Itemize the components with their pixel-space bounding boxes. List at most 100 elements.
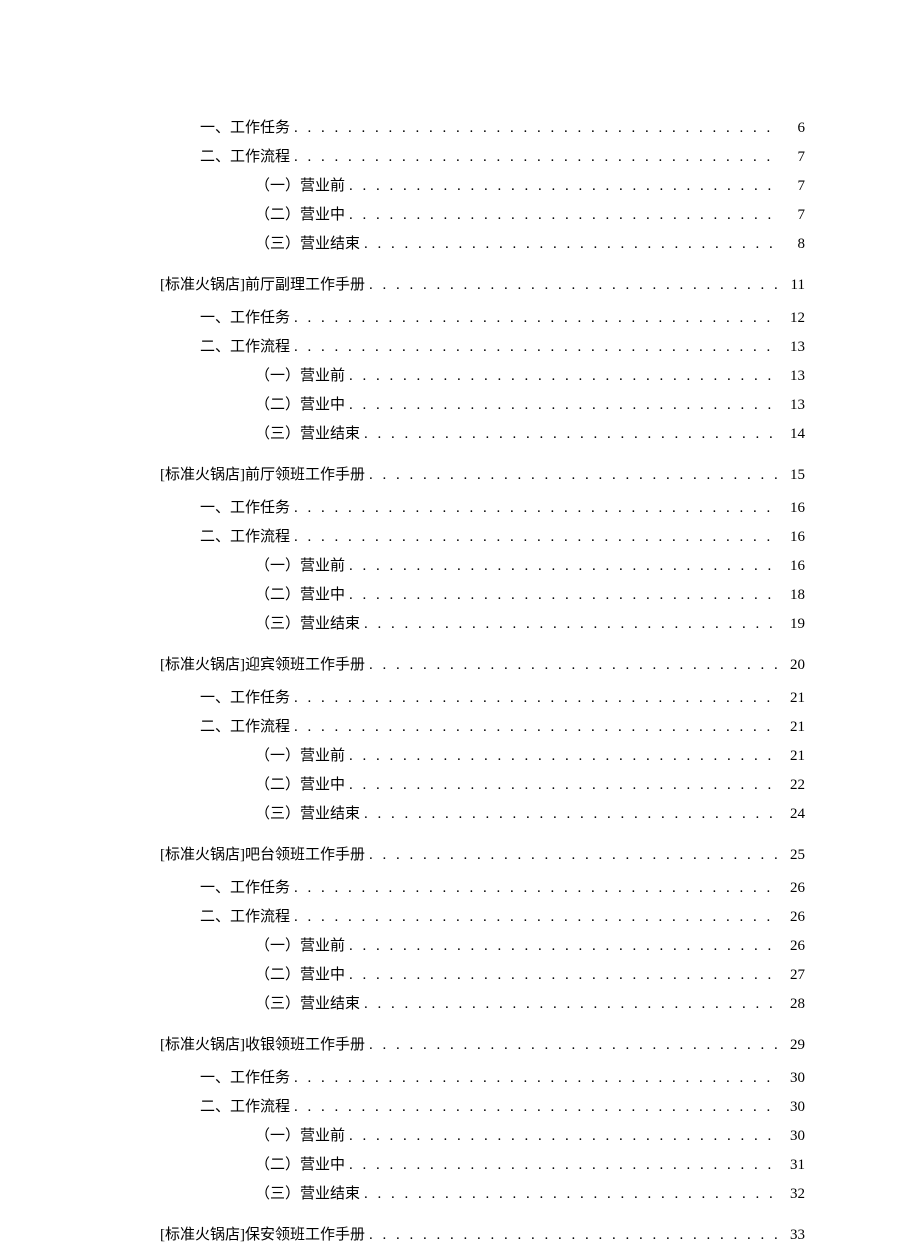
toc-entry-label: 二、工作流程 (200, 334, 290, 361)
toc-leader-dots (294, 1094, 781, 1121)
toc-leader-dots (369, 272, 781, 299)
toc-entry-page: 16 (785, 524, 805, 551)
toc-entry: （一）营业前 7 (115, 173, 805, 200)
toc-entry-label: 二、工作流程 (200, 524, 290, 551)
toc-entry-page: 26 (785, 933, 805, 960)
toc-entry-page: 25 (785, 842, 805, 869)
toc-entry-label: （一）营业前 (255, 743, 345, 770)
toc-entry-page: 29 (785, 1032, 805, 1059)
toc-entry-page: 13 (785, 334, 805, 361)
toc-entry: （一）营业前16 (115, 553, 805, 580)
toc-leader-dots (294, 875, 781, 902)
document-page: 一、工作任务6二、工作流程7（一）营业前7（二）营业中7（三）营业结束8[标准火… (0, 0, 920, 1191)
toc-entry-label: 二、工作流程 (200, 714, 290, 741)
toc-leader-dots (364, 1181, 781, 1208)
toc-entry-page: 13 (785, 363, 805, 390)
toc-entry-label: 二、工作流程 (200, 1094, 290, 1121)
toc-leader-dots (349, 743, 781, 770)
toc-entry-label: （一）营业前 (255, 933, 345, 960)
toc-entry-page: 7 (785, 202, 805, 229)
toc-leader-dots (294, 685, 781, 712)
toc-entry-label: （一）营业前 (255, 363, 345, 390)
toc-leader-dots (349, 363, 781, 390)
toc-entry: （二）营业中 27 (115, 962, 805, 989)
toc-entry: （三）营业结束32 (115, 1181, 805, 1208)
toc-entry-label: （一）营业前 (255, 173, 345, 200)
toc-leader-dots (294, 115, 781, 142)
toc-entry-page: 26 (785, 904, 805, 931)
toc-entry-label: 一、工作任务 (200, 1065, 290, 1092)
toc-entry: [标准火锅店]迎宾领班工作手册 20 (115, 652, 805, 679)
toc-entry-page: 20 (785, 652, 805, 679)
toc-entry-page: 13 (785, 392, 805, 419)
toc-entry-page: 30 (785, 1123, 805, 1150)
toc-leader-dots (364, 421, 781, 448)
toc-leader-dots (349, 553, 781, 580)
toc-leader-dots (349, 582, 781, 609)
toc-leader-dots (349, 1152, 781, 1179)
toc-entry: [标准火锅店]前厅领班工作手册15 (115, 462, 805, 489)
toc-entry: [标准火锅店]吧台领班工作手册 25 (115, 842, 805, 869)
toc-entry: 一、工作任务26 (115, 875, 805, 902)
toc-entry: [标准火锅店]保安领班工作手册33 (115, 1222, 805, 1249)
toc-entry-label: （二）营业中 (255, 392, 345, 419)
toc-leader-dots (369, 652, 781, 679)
toc-entry: （一）营业前 13 (115, 363, 805, 390)
toc-entry: [标准火锅店]前厅副理工作手册11 (115, 272, 805, 299)
toc-entry-page: 30 (785, 1094, 805, 1121)
toc-entry-label: （三）营业结束 (255, 801, 360, 828)
toc-leader-dots (294, 714, 781, 741)
toc-leader-dots (294, 305, 781, 332)
toc-entry-label: （三）营业结束 (255, 611, 360, 638)
toc-leader-dots (294, 144, 781, 171)
toc-entry: 二、工作流程 21 (115, 714, 805, 741)
toc-entry-label: [标准火锅店]迎宾领班工作手册 (160, 652, 365, 679)
toc-leader-dots (364, 611, 781, 638)
toc-entry: 一、工作任务 6 (115, 115, 805, 142)
toc-entry-page: 30 (785, 1065, 805, 1092)
toc-leader-dots (369, 842, 781, 869)
toc-entry-page: 21 (785, 714, 805, 741)
toc-leader-dots (349, 772, 781, 799)
toc-entry: （三）营业结束28 (115, 991, 805, 1018)
toc-leader-dots (364, 991, 781, 1018)
toc-entry-page: 22 (785, 772, 805, 799)
toc-entry-page: 19 (785, 611, 805, 638)
toc-leader-dots (294, 495, 781, 522)
toc-entry-label: （二）营业中 (255, 962, 345, 989)
toc-entry: （一）营业前21 (115, 743, 805, 770)
toc-leader-dots (369, 1032, 781, 1059)
toc-entry-label: 一、工作任务 (200, 305, 290, 332)
toc-leader-dots (349, 392, 781, 419)
toc-entry-page: 11 (785, 272, 805, 299)
toc-entry-page: 27 (785, 962, 805, 989)
toc-entry-label: （三）营业结束 (255, 991, 360, 1018)
toc-entry-label: [标准火锅店]前厅领班工作手册 (160, 462, 365, 489)
toc-entry-label: 二、工作流程 (200, 904, 290, 931)
toc-entry: 一、工作任务16 (115, 495, 805, 522)
toc-entry: （三）营业结束8 (115, 231, 805, 258)
toc-leader-dots (294, 1065, 781, 1092)
toc-entry: （一）营业前 26 (115, 933, 805, 960)
toc-entry-label: （一）营业前 (255, 553, 345, 580)
toc-entry: （三）营业结束24 (115, 801, 805, 828)
toc-entry: （三）营业结束 19 (115, 611, 805, 638)
toc-entry-page: 6 (785, 115, 805, 142)
toc-leader-dots (294, 524, 781, 551)
toc-entry-page: 7 (785, 173, 805, 200)
table-of-contents: 一、工作任务6二、工作流程7（一）营业前7（二）营业中7（三）营业结束8[标准火… (115, 115, 805, 1249)
toc-entry-page: 7 (785, 144, 805, 171)
toc-entry: 一、工作任务21 (115, 685, 805, 712)
toc-leader-dots (369, 462, 781, 489)
toc-entry: 二、工作流程 30 (115, 1094, 805, 1121)
toc-entry: （三）营业结束14 (115, 421, 805, 448)
toc-entry-label: （二）营业中 (255, 1152, 345, 1179)
toc-leader-dots (349, 933, 781, 960)
toc-entry-label: （二）营业中 (255, 772, 345, 799)
toc-entry: （二）营业中18 (115, 582, 805, 609)
toc-leader-dots (294, 904, 781, 931)
toc-entry-page: 33 (785, 1222, 805, 1249)
toc-entry-label: [标准火锅店]吧台领班工作手册 (160, 842, 365, 869)
toc-entry-label: 一、工作任务 (200, 115, 290, 142)
toc-entry-label: 一、工作任务 (200, 875, 290, 902)
